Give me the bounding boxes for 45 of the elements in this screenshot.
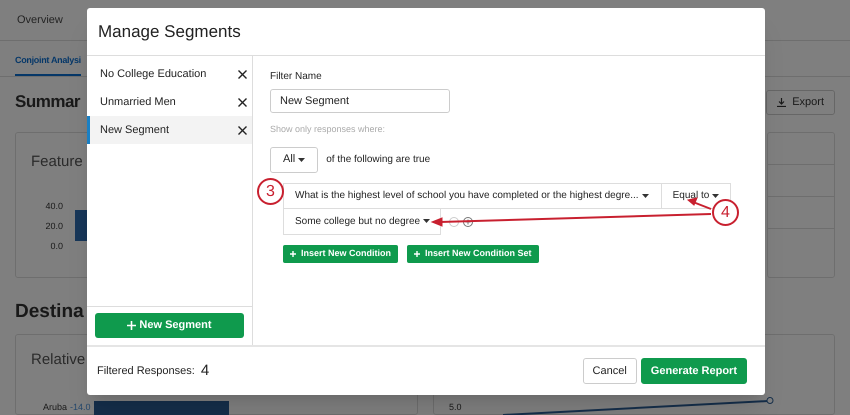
filtered-label: Filtered Responses: [97,364,195,379]
section-heading: Summar [15,91,80,114]
segment-item[interactable]: Unmarried Men [87,88,252,116]
axis-tick: 20.0 [44,220,63,232]
card-title: Feature [31,152,83,172]
dialog-title: Manage Segments [98,20,241,43]
close-icon[interactable] [238,70,247,78]
segment-name: No College Education [100,66,206,82]
caret-icon [298,158,306,162]
plus-icon [414,250,420,256]
axis-tick: 0.0 [49,240,63,252]
plus-icon [290,250,296,256]
caret-icon [642,194,649,198]
segment-name: Unmarried Men [100,94,176,110]
bar-value: -14.0 [70,400,91,414]
segment-item[interactable]: No College Education [87,60,252,88]
download-icon [777,98,786,106]
page-tab[interactable]: Overview [17,12,63,28]
value-dropdown[interactable]: Some college but no degree [283,208,441,234]
plus-circle-icon[interactable] [463,216,473,226]
segment-name: New Segment [100,122,170,138]
section-heading: Destina [15,301,84,322]
field-label: Filter Name [270,70,323,84]
bar-label: Aruba [43,400,68,414]
generate-report-button[interactable]: Generate Report [640,358,747,384]
insert-button[interactable]: Insert New Condition [283,244,398,262]
caret-icon [423,219,430,223]
match-text: of the following are true [326,153,430,167]
segment-item[interactable]: New Segment [87,116,252,144]
match-dropdown[interactable]: All [270,146,318,172]
axis-tick: 40.0 [44,200,63,212]
new-segment-button[interactable]: New Segment [95,313,244,338]
export-button[interactable]: Export [766,90,835,114]
close-icon[interactable] [238,126,247,134]
cancel-button[interactable]: Cancel [582,358,637,384]
insert-button[interactable]: Insert New Condition Set [407,244,539,262]
filter-name-field[interactable]: New Segment [270,89,450,113]
hint-text: Show only responses where: [270,123,386,136]
axis-tick: 5.0 [449,401,462,414]
filtered-count: 4 [200,360,210,381]
card-title: Relative [31,350,86,370]
plus-icon [127,321,136,330]
minus-circle-icon[interactable] [449,216,459,226]
question-dropdown[interactable]: What is the highest level of school you have completed or the highest degre... [283,182,662,208]
close-icon[interactable] [238,98,247,106]
